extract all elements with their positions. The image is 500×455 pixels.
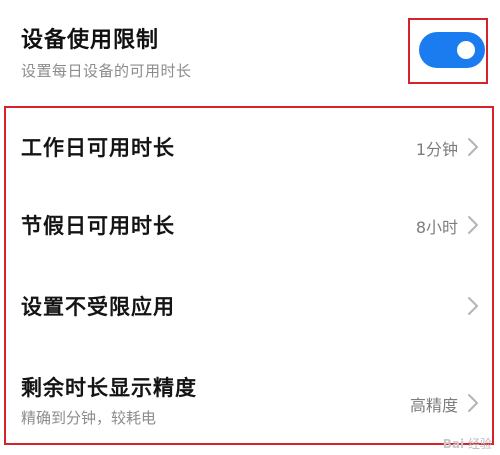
settings-row-label: 节假日可用时长 bbox=[21, 214, 175, 238]
settings-row-subtitle: 精确到分钟，较耗电 bbox=[21, 409, 157, 427]
settings-row-unrestricted-apps[interactable]: 设置不受限应用 bbox=[0, 279, 500, 331]
settings-row-value: 8小时 bbox=[415, 218, 458, 237]
settings-row-label: 工作日可用时长 bbox=[21, 136, 175, 160]
chevron-right-icon bbox=[464, 294, 482, 318]
settings-row-holiday-duration[interactable]: 节假日可用时长 8小时 bbox=[0, 198, 500, 250]
page-subtitle: 设置每日设备的可用时长 bbox=[21, 62, 192, 80]
chevron-right-icon bbox=[464, 135, 482, 159]
watermark-logo: Bai bbox=[442, 437, 465, 451]
chevron-right-icon bbox=[464, 213, 482, 237]
watermark-text: 经验 bbox=[467, 437, 492, 451]
baidu-jingyan-watermark: Bai 经验 bbox=[443, 435, 492, 452]
page-title: 设备使用限制 bbox=[21, 28, 160, 53]
settings-row-label: 设置不受限应用 bbox=[21, 295, 175, 319]
settings-row-label: 剩余时长显示精度 bbox=[21, 376, 197, 400]
settings-row-remaining-time-precision[interactable]: 剩余时长显示精度 精确到分钟，较耗电 高精度 bbox=[0, 362, 500, 434]
settings-row-weekday-duration[interactable]: 工作日可用时长 1分钟 bbox=[0, 120, 500, 172]
settings-row-value: 高精度 bbox=[409, 396, 458, 415]
device-usage-limit-toggle[interactable] bbox=[419, 32, 485, 68]
settings-row-value: 1分钟 bbox=[415, 140, 458, 159]
chevron-right-icon bbox=[464, 391, 482, 415]
toggle-knob bbox=[457, 41, 475, 59]
